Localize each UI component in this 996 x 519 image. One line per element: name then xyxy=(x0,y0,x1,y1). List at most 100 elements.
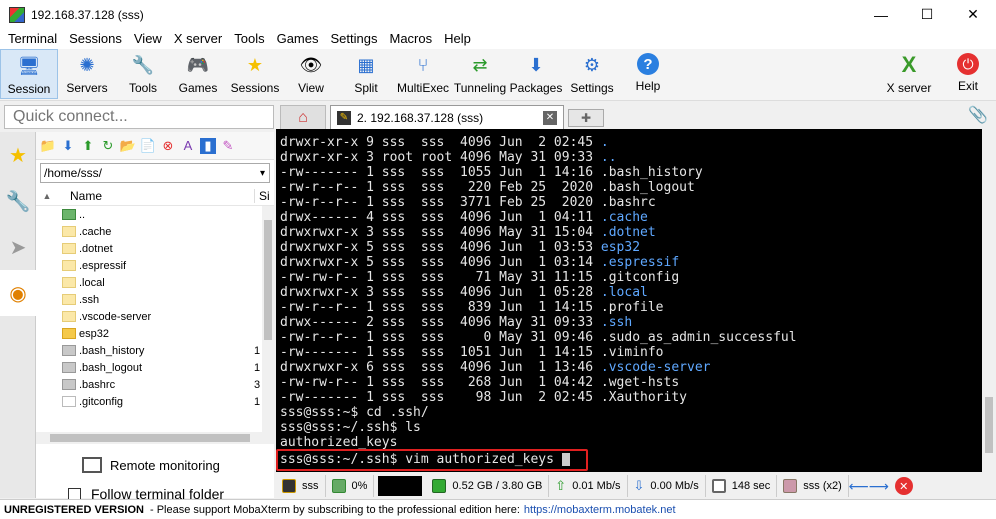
sessions-star-icon[interactable]: ★ xyxy=(0,132,36,178)
terminal-line: -rw------- 1 sss sss 1051 Jun 1 14:15 .v… xyxy=(280,345,664,360)
minimize-button[interactable]: — xyxy=(858,0,904,29)
remote-monitoring-button[interactable]: Remote monitoring xyxy=(36,450,274,480)
scroll-thumb[interactable] xyxy=(264,220,272,340)
help-button[interactable]: ? Help xyxy=(620,49,676,99)
status-uptime: 148 sec xyxy=(706,475,778,497)
quick-connect-input[interactable] xyxy=(13,108,263,126)
attachment-icon[interactable]: 📎 xyxy=(968,105,988,125)
delete-icon[interactable]: ⊗ xyxy=(160,138,176,154)
list-item[interactable]: .ssh xyxy=(36,291,274,308)
split-button[interactable]: ▦ Split xyxy=(338,49,394,99)
banner-link[interactable]: https://mobaxterm.mobatek.net xyxy=(524,504,676,516)
command-highlight-box xyxy=(276,449,588,471)
list-item[interactable]: .vscode-server xyxy=(36,308,274,325)
xserver-button[interactable]: X X server xyxy=(878,49,940,99)
new-folder-icon[interactable]: 📂 xyxy=(120,138,136,154)
sessions-button[interactable]: ★ Sessions xyxy=(226,49,284,99)
packages-button[interactable]: ⬇ Packages xyxy=(508,49,564,99)
close-session-icon[interactable]: ✕ xyxy=(894,477,913,495)
list-item[interactable]: .bash_history 1 xyxy=(36,342,274,359)
list-item[interactable]: .bashrc 3 xyxy=(36,376,274,393)
next-tab-arrow-icon[interactable]: ⟶ xyxy=(869,476,889,496)
status-session[interactable]: sss xyxy=(276,475,326,497)
menu-tools[interactable]: Tools xyxy=(228,29,270,49)
menu-settings[interactable]: Settings xyxy=(325,29,384,49)
terminal-line: -rw-r--r-- 1 sss sss 839 Jun 1 14:15 .pr… xyxy=(280,300,664,315)
list-item[interactable]: .local xyxy=(36,274,274,291)
list-item[interactable]: .cache xyxy=(36,223,274,240)
exit-button[interactable]: ⏻ Exit xyxy=(940,49,996,99)
close-window-button[interactable]: ✕ xyxy=(950,0,996,29)
close-icon[interactable]: ✕ xyxy=(543,110,557,125)
terminal-output[interactable]: drwxr-xr-x 9 sss sss 4096 Jun 2 02:45 . … xyxy=(276,129,982,472)
star-icon: ★ xyxy=(246,54,264,75)
hscroll-thumb[interactable] xyxy=(50,434,250,442)
file-list: .. .cache .dotnet .espressif .local .ssh… xyxy=(36,206,274,432)
toggle-hidden-icon[interactable]: ▮ xyxy=(200,137,216,154)
session-icon: 🖥 xyxy=(17,55,41,76)
tunneling-button[interactable]: ⇄ Tunneling xyxy=(452,49,508,99)
column-size[interactable]: Si xyxy=(254,188,274,203)
terminal-line: authorized_keys xyxy=(280,435,398,450)
file-list-scrollbar[interactable] xyxy=(262,206,274,432)
menu-view[interactable]: View xyxy=(128,29,168,49)
list-item[interactable]: esp32 xyxy=(36,325,274,342)
servers-icon: ✺ xyxy=(79,54,95,75)
prev-tab-arrow-icon[interactable]: ⟵ xyxy=(849,476,869,496)
new-tab-button[interactable]: ✚ xyxy=(568,109,604,127)
edit-icon[interactable]: ✎ xyxy=(220,138,236,154)
view-button[interactable]: 👁 View xyxy=(284,49,338,99)
status-download: ⇩ 0.00 Mb/s xyxy=(628,475,706,497)
menu-xserver[interactable]: X server xyxy=(168,29,228,49)
parent-dir-icon xyxy=(62,209,76,220)
sftp-globe-icon[interactable]: ◉ xyxy=(0,270,36,316)
folder-icon xyxy=(62,226,76,237)
list-item[interactable]: .dotnet xyxy=(36,240,274,257)
upload-icon[interactable]: ⬆ xyxy=(80,138,96,154)
menu-sessions[interactable]: Sessions xyxy=(63,29,128,49)
split-label: Split xyxy=(354,81,378,95)
sftp-file-panel: 📁 ⬇ ⬆ ↻ 📂 📄 ⊗ A ▮ ✎ /home/sss/ ▾ ▲ Name … xyxy=(36,132,274,502)
file-icon xyxy=(62,379,76,390)
upload-arrow-icon: ⇧ xyxy=(555,478,567,493)
column-name[interactable]: Name xyxy=(58,189,254,203)
path-selector[interactable]: /home/sss/ ▾ xyxy=(40,163,270,183)
status-users: sss (x2) xyxy=(777,475,849,497)
session-button[interactable]: 🖥 Session xyxy=(0,49,58,99)
list-item[interactable]: .bash_logout 1 xyxy=(36,359,274,376)
menu-help[interactable]: Help xyxy=(438,29,477,49)
exit-label: Exit xyxy=(957,79,978,93)
parent-folder-icon[interactable]: 📁 xyxy=(40,138,56,154)
tab-session-2[interactable]: ✎ 2. 192.168.37.128 (sss) ✕ xyxy=(330,105,564,129)
folder-icon xyxy=(62,260,76,271)
terminal-line: drwxr-xr-x 9 sss sss 4096 Jun 2 02:45 . xyxy=(280,135,609,150)
download-icon[interactable]: ⬇ xyxy=(60,138,76,154)
menu-games[interactable]: Games xyxy=(271,29,325,49)
tunneling-label: Tunneling xyxy=(453,81,507,95)
home-icon: ⌂ xyxy=(298,108,308,126)
list-item[interactable]: .gitconfig 1 xyxy=(36,393,274,410)
terminal-scroll-thumb[interactable] xyxy=(985,397,993,453)
new-file-icon[interactable]: 📄 xyxy=(140,138,156,154)
servers-button[interactable]: ✺ Servers xyxy=(58,49,116,99)
refresh-icon[interactable]: ↻ xyxy=(100,138,116,154)
tools-button[interactable]: 🔧 Tools xyxy=(116,49,170,99)
macros-paper-plane-icon[interactable]: ➤ xyxy=(0,224,36,270)
tools-side-icon[interactable]: 🔧 xyxy=(0,178,36,224)
list-item[interactable]: .. xyxy=(36,206,274,223)
terminal-scrollbar[interactable] xyxy=(982,129,996,472)
games-button[interactable]: 🎮 Games xyxy=(170,49,226,99)
sort-caret-icon[interactable]: ▲ xyxy=(36,191,58,201)
menu-terminal[interactable]: Terminal xyxy=(2,29,63,49)
home-tab[interactable]: ⌂ xyxy=(280,105,326,129)
list-item[interactable]: .espressif xyxy=(36,257,274,274)
multiexec-button[interactable]: ⑂ MultiExec xyxy=(394,49,452,99)
plus-icon: ✚ xyxy=(580,111,592,125)
rename-icon[interactable]: A xyxy=(180,138,196,154)
title-bar: 192.168.37.128 (sss) — ☐ ✕ xyxy=(0,0,996,29)
settings-button[interactable]: ⚙ Settings xyxy=(564,49,620,99)
multiexec-label: MultiExec xyxy=(396,81,449,95)
menu-macros[interactable]: Macros xyxy=(383,29,438,49)
file-list-hscrollbar[interactable] xyxy=(36,432,274,444)
maximize-button[interactable]: ☐ xyxy=(904,0,950,29)
